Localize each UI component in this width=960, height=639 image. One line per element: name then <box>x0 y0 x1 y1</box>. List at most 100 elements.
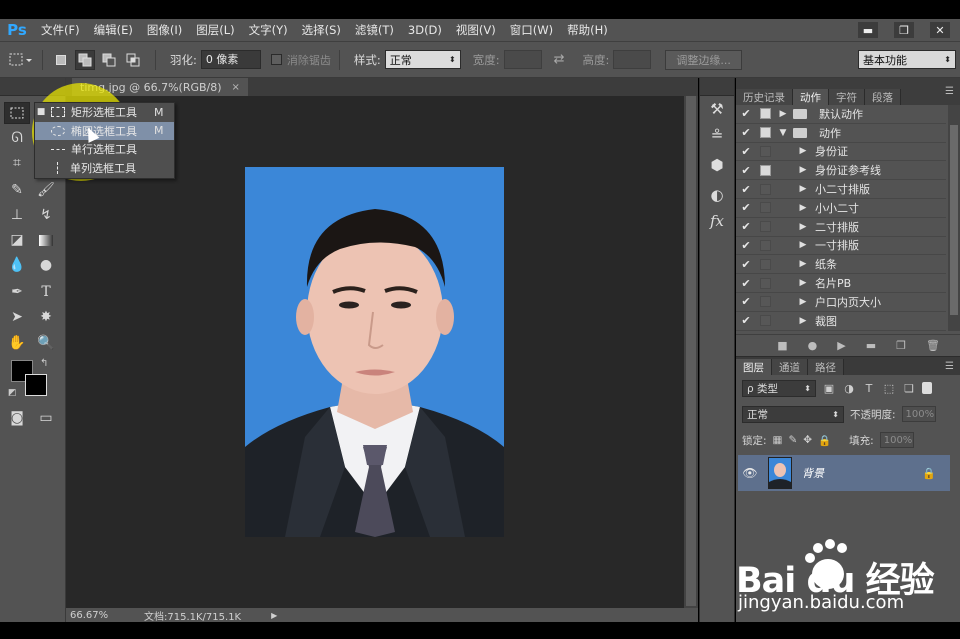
checkmark-icon[interactable]: ✔ <box>736 183 756 196</box>
action-row[interactable]: ✔ ▶ 裁图 <box>736 312 946 331</box>
layer-kind-select[interactable]: ρ 类型 ⬍ <box>742 379 816 397</box>
collapsed-triangle-icon[interactable]: ▶ <box>797 259 809 269</box>
checkmark-icon[interactable]: ✔ <box>736 220 756 233</box>
checkmark-icon[interactable]: ✔ <box>736 126 756 139</box>
pen-tool[interactable]: ✒ <box>4 281 30 303</box>
blend-mode-select[interactable]: 正常 ⬍ <box>742 405 844 423</box>
lock-transparent-icon[interactable]: ▦ <box>773 434 783 446</box>
action-row[interactable]: ✔ ▶ 小小二寸 <box>736 199 946 218</box>
minimize-button[interactable]: ▬ <box>858 22 878 38</box>
visibility-eye-icon[interactable]: 👁 <box>738 466 762 480</box>
collapsed-triangle-icon[interactable]: ▶ <box>797 203 809 213</box>
history-brush-tool[interactable]: ↯ <box>33 204 59 226</box>
intersect-selection-button[interactable] <box>123 50 143 70</box>
background-color-swatch[interactable] <box>25 374 47 396</box>
antialias-checkbox[interactable] <box>270 54 282 65</box>
tab-channels[interactable]: 通道 <box>772 359 808 375</box>
blur-tool[interactable]: 💧 <box>4 254 30 276</box>
menu-window[interactable]: 窗口(W) <box>503 19 560 41</box>
action-row[interactable]: ✔ ▶ 小二寸排版 <box>736 180 946 199</box>
healing-tool[interactable]: ✎ <box>4 179 30 201</box>
action-row[interactable]: ✔ ▶ 身份证参考线 <box>736 161 946 181</box>
lasso-tool[interactable]: ᘏ <box>4 127 30 149</box>
dialog-toggle-box[interactable] <box>760 202 771 214</box>
fill-input[interactable]: 100% <box>879 432 914 448</box>
canvas-vertical-scrollbar[interactable] <box>684 96 698 608</box>
new-action-icon[interactable]: ❐ <box>896 339 906 352</box>
stop-icon[interactable]: ■ <box>777 339 787 352</box>
shape-tool[interactable]: ✸ <box>33 306 59 328</box>
dialog-toggle-box[interactable] <box>760 164 771 176</box>
restore-button[interactable]: ❐ <box>894 22 914 38</box>
document-tab[interactable]: timg.jpg @ 66.7%(RGB/8) × <box>72 78 248 96</box>
close-icon[interactable]: × <box>232 82 240 93</box>
styles-fx-icon[interactable]: fx <box>700 208 734 234</box>
collapsed-triangle-icon[interactable]: ▶ <box>797 146 809 156</box>
action-row[interactable]: ✔ ▶ 纸条 <box>736 255 946 275</box>
tab-layers[interactable]: 图层 <box>736 359 772 375</box>
dialog-toggle-box[interactable] <box>760 277 771 289</box>
brush-tool[interactable]: 🖌 <box>33 179 59 201</box>
height-input[interactable] <box>613 50 652 69</box>
new-selection-button[interactable] <box>51 50 71 70</box>
checkmark-icon[interactable]: ✔ <box>736 258 756 271</box>
menu-edit[interactable]: 编辑(E) <box>87 19 140 41</box>
brush-settings-icon[interactable]: ≗ <box>700 122 734 148</box>
collapsed-triangle-icon[interactable]: ▶ <box>797 316 809 326</box>
lock-all-icon[interactable]: 🔒 <box>818 434 831 447</box>
screen-mode-button[interactable]: ▭ <box>33 407 59 429</box>
zoom-level[interactable]: 66.67% <box>70 610 114 621</box>
menu-image[interactable]: 图像(I) <box>140 19 189 41</box>
subtract-selection-button[interactable] <box>99 50 119 70</box>
swap-icon[interactable]: ⇄ <box>554 52 565 67</box>
collapsed-triangle-icon[interactable]: ▶ <box>797 184 809 194</box>
refine-edge-button[interactable]: 调整边缘... <box>665 49 742 70</box>
dialog-toggle-box[interactable] <box>760 296 771 308</box>
collapsed-triangle-icon[interactable]: ▶ <box>777 109 789 119</box>
dialog-toggle-box[interactable] <box>760 108 771 120</box>
document-size-info[interactable]: 文档:715.1K/715.1K <box>144 608 241 623</box>
scrollbar-thumb[interactable] <box>950 125 958 315</box>
trash-icon[interactable]: 🗑 <box>926 339 940 352</box>
action-row[interactable]: ✔ ▶ 户口内页大小 <box>736 293 946 312</box>
eraser-tool[interactable]: ◪ <box>4 229 30 251</box>
feather-input[interactable]: 0 像素 <box>200 50 261 69</box>
checkmark-icon[interactable]: ✔ <box>736 295 756 308</box>
path-select-tool[interactable]: ➤ <box>4 306 30 328</box>
tab-paragraph[interactable]: 段落 <box>865 89 901 105</box>
actions-scrollbar[interactable] <box>948 105 960 331</box>
panel-menu-icon[interactable]: ☰ <box>945 86 960 97</box>
tool-presets-icon[interactable]: ⚒ <box>700 96 734 122</box>
menu-help[interactable]: 帮助(H) <box>560 19 615 41</box>
menu-file[interactable]: 文件(F) <box>34 19 87 41</box>
flyout-column-marquee[interactable]: 单列选框工具 <box>35 159 174 178</box>
flyout-ellipse-marquee[interactable]: 椭圆选框工具 M <box>35 121 174 140</box>
filter-smart-icon[interactable]: ❏ <box>902 381 916 395</box>
menu-filter[interactable]: 滤镜(T) <box>348 19 401 41</box>
tool-preset-picker[interactable] <box>8 49 34 71</box>
collapsed-triangle-icon[interactable]: ▶ <box>797 222 809 232</box>
action-row[interactable]: ✔ ▶ 名片PB <box>736 274 946 293</box>
panel-menu-icon[interactable]: ☰ <box>945 361 960 372</box>
record-icon[interactable]: ● <box>808 339 818 352</box>
menu-3d[interactable]: 3D(D) <box>401 19 449 41</box>
default-colors-icon[interactable]: ◩ <box>8 388 17 398</box>
tab-history[interactable]: 历史记录 <box>736 89 793 105</box>
lock-position-icon[interactable]: ✥ <box>803 434 812 446</box>
checkmark-icon[interactable]: ✔ <box>736 239 756 252</box>
checkmark-icon[interactable]: ✔ <box>736 201 756 214</box>
filter-pixel-icon[interactable]: ▣ <box>822 381 836 395</box>
checkmark-icon[interactable]: ✔ <box>736 164 756 177</box>
add-selection-button[interactable] <box>75 49 95 70</box>
flyout-row-marquee[interactable]: 单行选框工具 <box>35 140 174 159</box>
close-button[interactable]: ✕ <box>930 22 950 38</box>
action-row[interactable]: ✔ ▼ 动作 <box>736 124 946 143</box>
stamp-tool[interactable]: ⊥ <box>4 204 30 226</box>
dialog-toggle-box[interactable] <box>760 221 771 233</box>
action-row[interactable]: ✔ ▶ 二寸排版 <box>736 218 946 237</box>
action-row[interactable]: ✔ ▶ 身份证 <box>736 143 946 162</box>
expanded-triangle-icon[interactable]: ▼ <box>777 128 789 138</box>
tab-character[interactable]: 字符 <box>829 89 865 105</box>
checkmark-icon[interactable]: ✔ <box>736 145 756 158</box>
zoom-tool[interactable]: 🔍 <box>33 332 59 354</box>
